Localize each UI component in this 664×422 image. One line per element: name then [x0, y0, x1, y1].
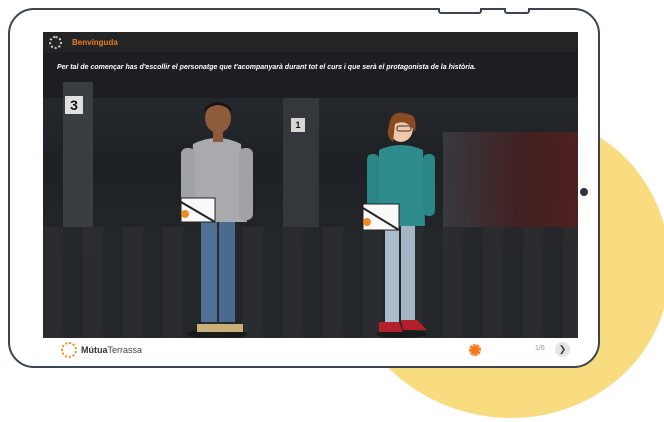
- female-character[interactable]: [361, 112, 441, 342]
- male-character[interactable]: [173, 102, 263, 342]
- platform-number-sign: 3: [65, 96, 83, 114]
- platform-sign: 1: [291, 118, 305, 132]
- sun-logo-icon: [49, 35, 62, 49]
- tablet-camera: [580, 188, 588, 196]
- footer-bar: MútuaTerrassa 1/6 ❯: [43, 338, 578, 362]
- brand-bold: Mútua: [81, 345, 108, 355]
- tablet-volume-button: [438, 8, 482, 14]
- subway-scene: Per tal de començar has d'escollir el pe…: [43, 52, 578, 339]
- sun-icon[interactable]: [469, 344, 481, 356]
- page-counter: 1/6: [535, 345, 545, 352]
- instruction-text: Per tal de començar has d'escollir el pe…: [57, 64, 476, 71]
- ceiling: [43, 52, 578, 98]
- app-screen: Benvinguda Per tal de començar has d'esc…: [43, 32, 578, 362]
- tablet-frame: Benvinguda Per tal de començar has d'esc…: [8, 8, 600, 368]
- chevron-right-icon: ❯: [558, 344, 567, 354]
- brand-name: MútuaTerrassa: [81, 345, 142, 355]
- platform-floor: [43, 227, 578, 338]
- tablet-power-button: [504, 8, 530, 14]
- page-title: Benvinguda: [72, 37, 118, 47]
- mutua-logo-icon: [61, 342, 77, 358]
- brand-rest: Terrassa: [107, 345, 143, 355]
- next-button[interactable]: ❯: [555, 342, 570, 357]
- title-bar: Benvinguda: [43, 32, 578, 52]
